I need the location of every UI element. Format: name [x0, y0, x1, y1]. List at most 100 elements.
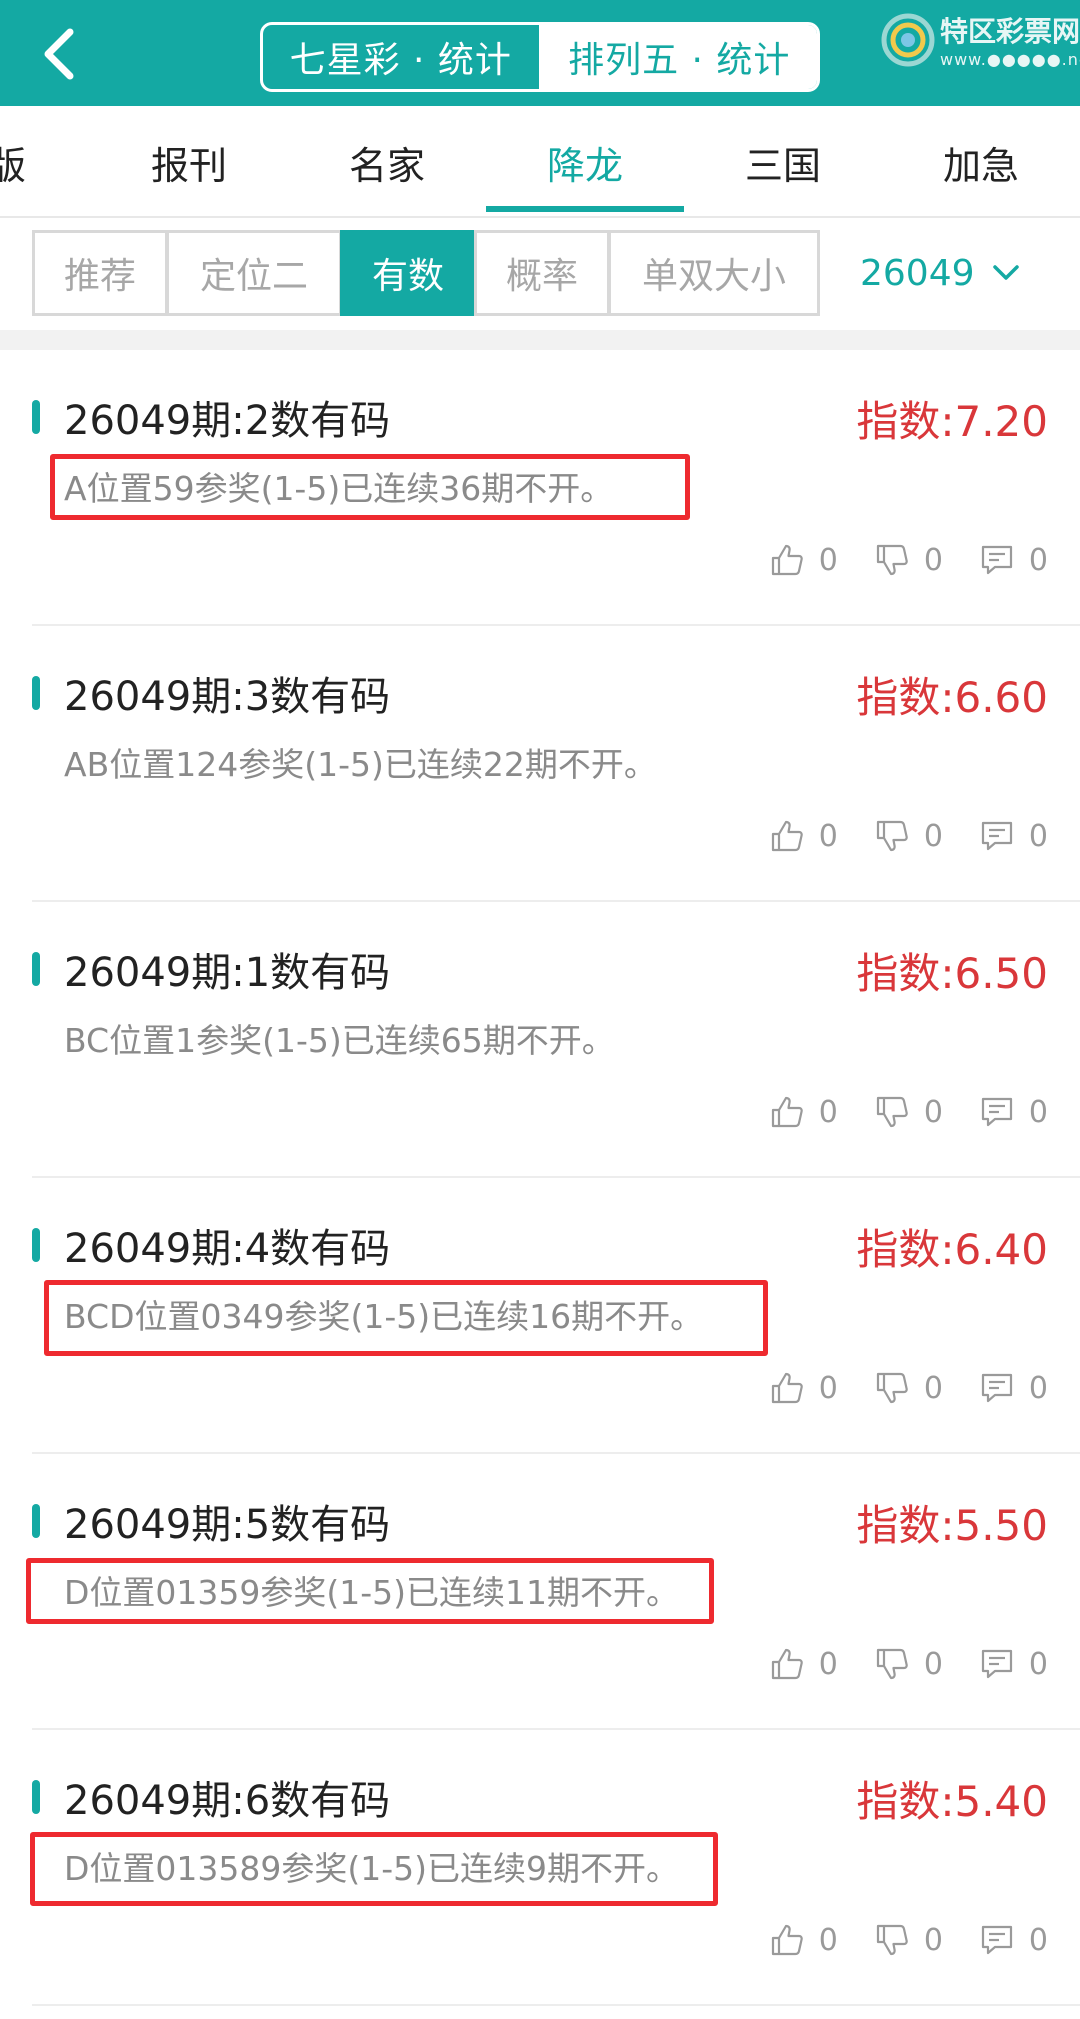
lottery-segment-control: 七星彩 · 统计 排列五 · 统计 [260, 22, 820, 92]
like-count: 0 [818, 1094, 838, 1130]
thumbs-up-icon [771, 820, 803, 852]
card-actions: 0 0 0 [733, 1920, 1048, 1960]
tab-baokan[interactable]: 报刊 [90, 106, 288, 218]
back-button[interactable] [30, 22, 94, 86]
card-title: 26049期:3数有码 [64, 674, 391, 720]
like-count: 0 [818, 1370, 838, 1406]
dislike-button[interactable]: 0 [874, 1370, 943, 1406]
comment-count: 0 [1028, 1370, 1048, 1406]
site-logo: 特区彩票网 www.●●●●●.net [880, 6, 1080, 96]
comment-count: 0 [1028, 542, 1048, 578]
dislike-button[interactable]: 0 [874, 1094, 943, 1130]
comment-button[interactable]: 0 [979, 1922, 1048, 1958]
card-title: 26049期:5数有码 [64, 1502, 391, 1548]
card-accent-bar [32, 1504, 40, 1538]
card-index: 指数:6.40 [856, 1225, 1048, 1274]
dislike-button[interactable]: 0 [874, 542, 943, 578]
dislike-button[interactable]: 0 [874, 1646, 943, 1682]
like-button[interactable]: 0 [769, 1094, 838, 1130]
like-button[interactable]: 0 [769, 818, 838, 854]
comment-icon [981, 545, 1013, 575]
logo-url: www.●●●●●.net [940, 50, 1080, 69]
thumbs-up-icon [771, 1096, 803, 1128]
section-divider [0, 330, 1080, 350]
card-description: AB位置124参奖(1-5)已连续22期不开。 [64, 745, 657, 784]
logo-swirl-icon [881, 13, 935, 67]
comment-button[interactable]: 0 [979, 1094, 1048, 1130]
tab-xianglong[interactable]: 降龙 [486, 106, 684, 218]
highlight-box [44, 1280, 768, 1356]
category-tabs: 版 报刊 名家 降龙 三国 加急 [0, 106, 1080, 218]
chevron-down-icon [992, 265, 1019, 280]
filter-tuijian[interactable]: 推荐 [32, 230, 168, 316]
list-item[interactable]: 26049期:5数有码 指数:5.50 D位置01359参奖(1-5)已连续11… [26, 1454, 1080, 1730]
active-tab-indicator [486, 206, 684, 212]
thumbs-down-icon [876, 1372, 908, 1404]
like-button[interactable]: 0 [769, 1646, 838, 1682]
thumbs-down-icon [876, 820, 908, 852]
card-title: 26049期:6数有码 [64, 1778, 391, 1824]
logo-name: 特区彩票网 [940, 15, 1080, 48]
card-description: BC位置1参奖(1-5)已连续65期不开。 [64, 1021, 615, 1060]
like-count: 0 [818, 542, 838, 578]
list-item[interactable]: 26049期:4数有码 指数:6.40 BCD位置0349参奖(1-5)已连续1… [32, 1178, 1080, 1454]
tab-jiaji[interactable]: 加急 [882, 106, 1080, 218]
card-accent-bar [32, 1780, 40, 1814]
card-title: 26049期:1数有码 [64, 950, 391, 996]
like-button[interactable]: 0 [769, 542, 838, 578]
thumbs-down-icon [876, 1096, 908, 1128]
card-actions: 0 0 0 [733, 1092, 1048, 1132]
dislike-count: 0 [923, 1094, 943, 1130]
tab-mingjia[interactable]: 名家 [288, 106, 486, 218]
card-index: 指数:6.60 [856, 673, 1048, 722]
card-title: 26049期:2数有码 [64, 398, 391, 444]
filter-danshuangdaxiao[interactable]: 单双大小 [608, 230, 820, 316]
segment-pailiewu[interactable]: 排列五 · 统计 [541, 25, 817, 89]
card-accent-bar [32, 400, 40, 434]
dislike-button[interactable]: 0 [874, 1922, 943, 1958]
card-accent-bar [32, 676, 40, 710]
card-accent-bar [32, 952, 40, 986]
thumbs-up-icon [771, 544, 803, 576]
highlight-box [50, 454, 690, 520]
filter-gailv[interactable]: 概率 [474, 230, 610, 316]
tab-sanguo[interactable]: 三国 [684, 106, 882, 218]
list-item[interactable]: 26049期:2数有码 指数:7.20 A位置59参奖(1-5)已连续36期不开… [32, 350, 1080, 626]
filter-bar: 推荐 定位二 有数 概率 单双大小 26049 [0, 218, 1080, 330]
dislike-count: 0 [923, 1646, 943, 1682]
thumbs-down-icon [876, 1648, 908, 1680]
comment-icon [981, 821, 1013, 851]
card-index: 指数:5.50 [856, 1501, 1048, 1550]
dislike-button[interactable]: 0 [874, 818, 943, 854]
list-item[interactable]: 26049期:6数有码 指数:5.40 D位置013589参奖(1-5)已连续9… [30, 1730, 1080, 2006]
comment-button[interactable]: 0 [979, 1646, 1048, 1682]
issue-select[interactable]: 26049 [860, 230, 1060, 316]
filter-dingweier[interactable]: 定位二 [166, 230, 342, 316]
comment-count: 0 [1028, 1922, 1048, 1958]
like-count: 0 [818, 818, 838, 854]
card-actions: 0 0 0 [733, 540, 1048, 580]
list-item[interactable]: 26049期:3数有码 指数:6.60 AB位置124参奖(1-5)已连续22期… [32, 626, 1080, 902]
comment-button[interactable]: 0 [979, 818, 1048, 854]
dislike-count: 0 [923, 542, 943, 578]
prediction-list: 26049期:2数有码 指数:7.20 A位置59参奖(1-5)已连续36期不开… [0, 350, 1080, 2006]
comment-icon [981, 1925, 1013, 1955]
thumbs-up-icon [771, 1924, 803, 1956]
like-count: 0 [818, 1646, 838, 1682]
list-item[interactable]: 26049期:1数有码 指数:6.50 BC位置1参奖(1-5)已连续65期不开… [32, 902, 1080, 1178]
card-actions: 0 0 0 [733, 816, 1048, 856]
thumbs-up-icon [771, 1372, 803, 1404]
chevron-left-icon [44, 28, 74, 80]
like-button[interactable]: 0 [769, 1922, 838, 1958]
thumbs-up-icon [771, 1648, 803, 1680]
like-button[interactable]: 0 [769, 1370, 838, 1406]
comment-count: 0 [1028, 1094, 1048, 1130]
comment-count: 0 [1028, 1646, 1048, 1682]
segment-qixingcai[interactable]: 七星彩 · 统计 [263, 25, 542, 89]
comment-button[interactable]: 0 [979, 1370, 1048, 1406]
card-index: 指数:5.40 [856, 1777, 1048, 1826]
card-actions: 0 0 0 [733, 1644, 1048, 1684]
comment-button[interactable]: 0 [979, 542, 1048, 578]
top-header: 七星彩 · 统计 排列五 · 统计 特区彩票网 www.●●●●●.net [0, 0, 1080, 106]
filter-youshu[interactable]: 有数 [340, 230, 476, 316]
